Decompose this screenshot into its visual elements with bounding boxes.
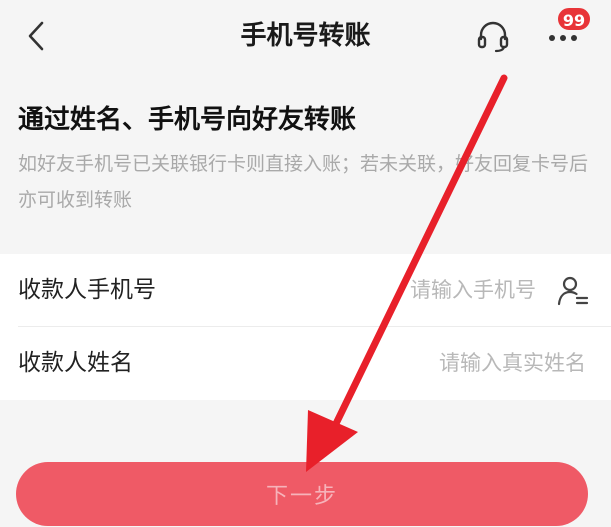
payee-name-row: 收款人姓名: [0, 327, 611, 399]
intro-section: 通过姓名、手机号向好友转账 如好友手机号已关联银行卡则直接入账；若未关联，好友回…: [18, 100, 598, 218]
customer-service-button[interactable]: [474, 18, 512, 54]
contact-person-icon: [557, 276, 589, 306]
notification-badge: 99: [556, 6, 592, 32]
payee-name-label: 收款人姓名: [18, 350, 133, 376]
transfer-form: 收款人手机号 收款人姓名: [0, 254, 611, 400]
top-bar: 手机号转账 99: [0, 0, 611, 72]
payee-name-input[interactable]: [250, 345, 586, 381]
contacts-button[interactable]: [556, 274, 590, 308]
intro-description: 如好友手机号已关联银行卡则直接入账；若未关联，好友回复卡号后亦可收到转账: [18, 153, 589, 211]
payee-phone-input[interactable]: [250, 272, 536, 308]
payee-phone-row: 收款人手机号: [0, 254, 611, 326]
more-dots-icon: [549, 35, 577, 41]
intro-title: 通过姓名、手机号向好友转账: [18, 105, 357, 135]
headset-icon: [477, 21, 509, 53]
page-title: 手机号转账: [240, 21, 371, 51]
payee-phone-label: 收款人手机号: [18, 277, 156, 303]
next-step-button[interactable]: 下一步: [16, 462, 588, 526]
